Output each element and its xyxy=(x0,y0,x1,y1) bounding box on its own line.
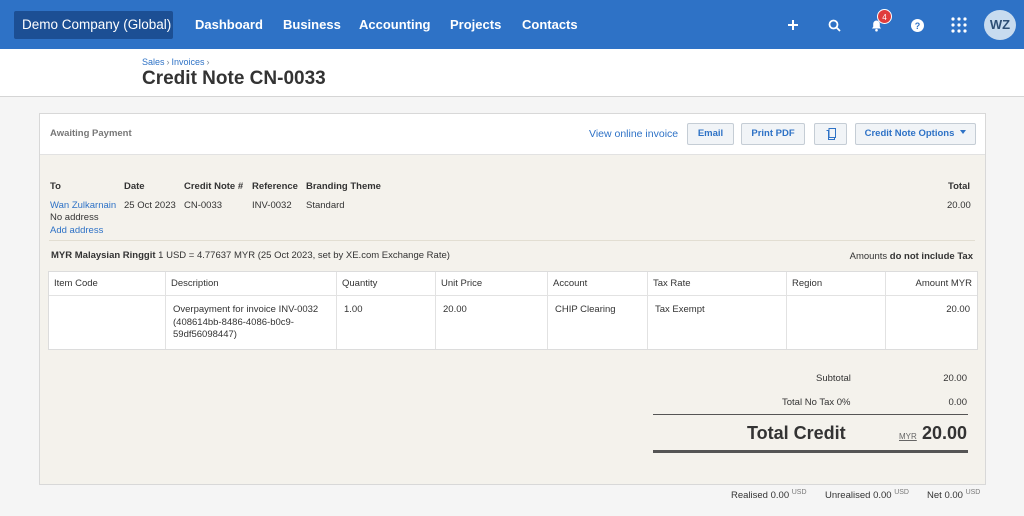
column-header-region: Region xyxy=(787,272,886,296)
column-header-unit-price: Unit Price xyxy=(436,272,548,296)
currency-line: MYR Malaysian Ringgit 1 USD = 4.77637 MY… xyxy=(51,250,450,261)
page-title: Credit Note CN-0033 xyxy=(142,68,326,89)
total-credit-value: 20.00 xyxy=(921,423,967,443)
unrealised-currency: USD xyxy=(894,489,909,496)
realised-value: 0.00 xyxy=(770,490,790,502)
nav-projects[interactable]: Projects xyxy=(450,17,501,32)
credit-note-number-value: CN-0033 xyxy=(184,200,223,211)
user-avatar[interactable]: WZ xyxy=(984,10,1016,40)
line-items-table: Item Code Description Quantity Unit Pric… xyxy=(48,271,978,350)
branding-theme-label: Branding Theme xyxy=(306,181,381,192)
column-header-description: Description xyxy=(166,272,337,296)
tax-total-label: Total No Tax 0% xyxy=(782,397,851,408)
net-label: Net xyxy=(927,490,942,502)
credit-note-options-button[interactable]: Credit Note Options xyxy=(855,123,976,145)
exchange-rate: 1 USD = 4.77637 MYR (25 Oct 2023, set by… xyxy=(158,250,450,261)
cell-tax-rate: Tax Exempt xyxy=(648,296,787,349)
page-header: Sales › Invoices › Credit Note CN-0033 xyxy=(0,49,1024,97)
org-name: Demo Company (Global) xyxy=(22,17,172,32)
apps-grid-icon[interactable] xyxy=(948,14,970,36)
cell-quantity: 1.00 xyxy=(337,296,436,349)
divider xyxy=(653,450,968,453)
subtotal-value: 20.00 xyxy=(943,373,967,384)
total-value: 20.00 xyxy=(947,200,971,211)
email-button[interactable]: Email xyxy=(687,123,734,145)
currency-name: MYR Malaysian Ringgit xyxy=(51,250,156,261)
breadcrumb-invoices[interactable]: Invoices xyxy=(172,57,205,67)
nav-contacts[interactable]: Contacts xyxy=(522,17,578,32)
column-header-amount: Amount MYR xyxy=(886,272,977,296)
total-label: Total xyxy=(948,181,970,192)
reference-label: Reference xyxy=(252,181,298,192)
top-nav: Demo Company (Global) Dashboard Business… xyxy=(0,0,1024,55)
credit-note-options-label: Credit Note Options xyxy=(864,128,955,139)
divider xyxy=(49,240,975,241)
amounts-tax-note: Amounts do not include Tax xyxy=(850,251,973,262)
contact-link[interactable]: Wan Zulkarnain xyxy=(50,200,116,211)
svg-text:?: ? xyxy=(914,21,920,31)
cell-item-code xyxy=(49,296,166,349)
nav-dashboard[interactable]: Dashboard xyxy=(195,17,263,32)
column-header-account: Account xyxy=(548,272,648,296)
nav-accounting[interactable]: Accounting xyxy=(359,17,431,32)
breadcrumb: Sales › Invoices › xyxy=(142,57,212,67)
chevron-down-icon xyxy=(960,130,967,135)
realised-currency: USD xyxy=(791,489,807,496)
status-label: Awaiting Payment xyxy=(50,128,132,139)
breadcrumb-separator: › xyxy=(166,57,170,67)
unrealised-value: 0.00 xyxy=(873,490,892,502)
cell-description: Overpayment for invoice INV-0032 (408614… xyxy=(166,296,337,349)
cell-region xyxy=(787,296,886,349)
amounts-tax-mode: do not include Tax xyxy=(889,251,973,262)
total-credit-currency: MYR xyxy=(899,432,917,441)
copy-button[interactable] xyxy=(814,123,847,145)
net-currency: USD xyxy=(965,489,981,496)
amounts-prefix: Amounts xyxy=(849,251,888,262)
cell-account: CHIP Clearing xyxy=(548,296,648,349)
unrealised-summary: Unrealised 0.00 USD xyxy=(825,489,909,501)
view-online-invoice-link[interactable]: View online invoice xyxy=(589,128,678,140)
breadcrumb-separator: › xyxy=(206,57,210,67)
tax-total-value: 0.00 xyxy=(948,397,968,408)
print-pdf-button[interactable]: Print PDF xyxy=(741,123,805,145)
divider xyxy=(653,414,968,415)
org-switcher[interactable]: Demo Company (Global) xyxy=(14,11,173,55)
notification-count-badge: 4 xyxy=(877,9,892,24)
subtotal-label: Subtotal xyxy=(816,373,851,384)
cell-amount: 20.00 xyxy=(946,304,970,315)
to-label: To xyxy=(50,181,61,192)
contact-address: No address xyxy=(50,212,99,223)
cell-unit-price: 20.00 xyxy=(436,296,548,349)
branding-theme-value: Standard xyxy=(306,200,345,211)
credit-note-toolbar: Awaiting Payment View online invoice Ema… xyxy=(40,114,985,155)
search-icon[interactable] xyxy=(823,14,845,36)
total-credit-label: Total Credit xyxy=(747,423,846,443)
add-address-link[interactable]: Add address xyxy=(50,225,103,236)
net-value: 0.00 xyxy=(944,490,963,502)
realised-label: Realised xyxy=(731,490,768,502)
unrealised-label: Unrealised xyxy=(825,490,871,502)
credit-note-number-label: Credit Note # xyxy=(184,181,244,192)
copy-icon xyxy=(826,128,836,140)
reference-value: INV-0032 xyxy=(252,200,292,211)
realised-summary: Realised 0.00 USD xyxy=(731,489,807,501)
nav-business[interactable]: Business xyxy=(283,17,341,32)
date-label: Date xyxy=(124,181,145,192)
help-icon[interactable]: ? xyxy=(906,14,928,36)
column-header-tax-rate: Tax Rate xyxy=(648,272,787,296)
column-header-item-code: Item Code xyxy=(49,272,166,296)
credit-note-panel: Awaiting Payment View online invoice Ema… xyxy=(39,113,986,485)
date-value: 25 Oct 2023 xyxy=(124,200,176,211)
column-header-quantity: Quantity xyxy=(337,272,436,296)
plus-icon[interactable] xyxy=(782,14,804,36)
breadcrumb-sales[interactable]: Sales xyxy=(142,57,165,67)
net-summary: Net 0.00 USD xyxy=(927,489,980,501)
